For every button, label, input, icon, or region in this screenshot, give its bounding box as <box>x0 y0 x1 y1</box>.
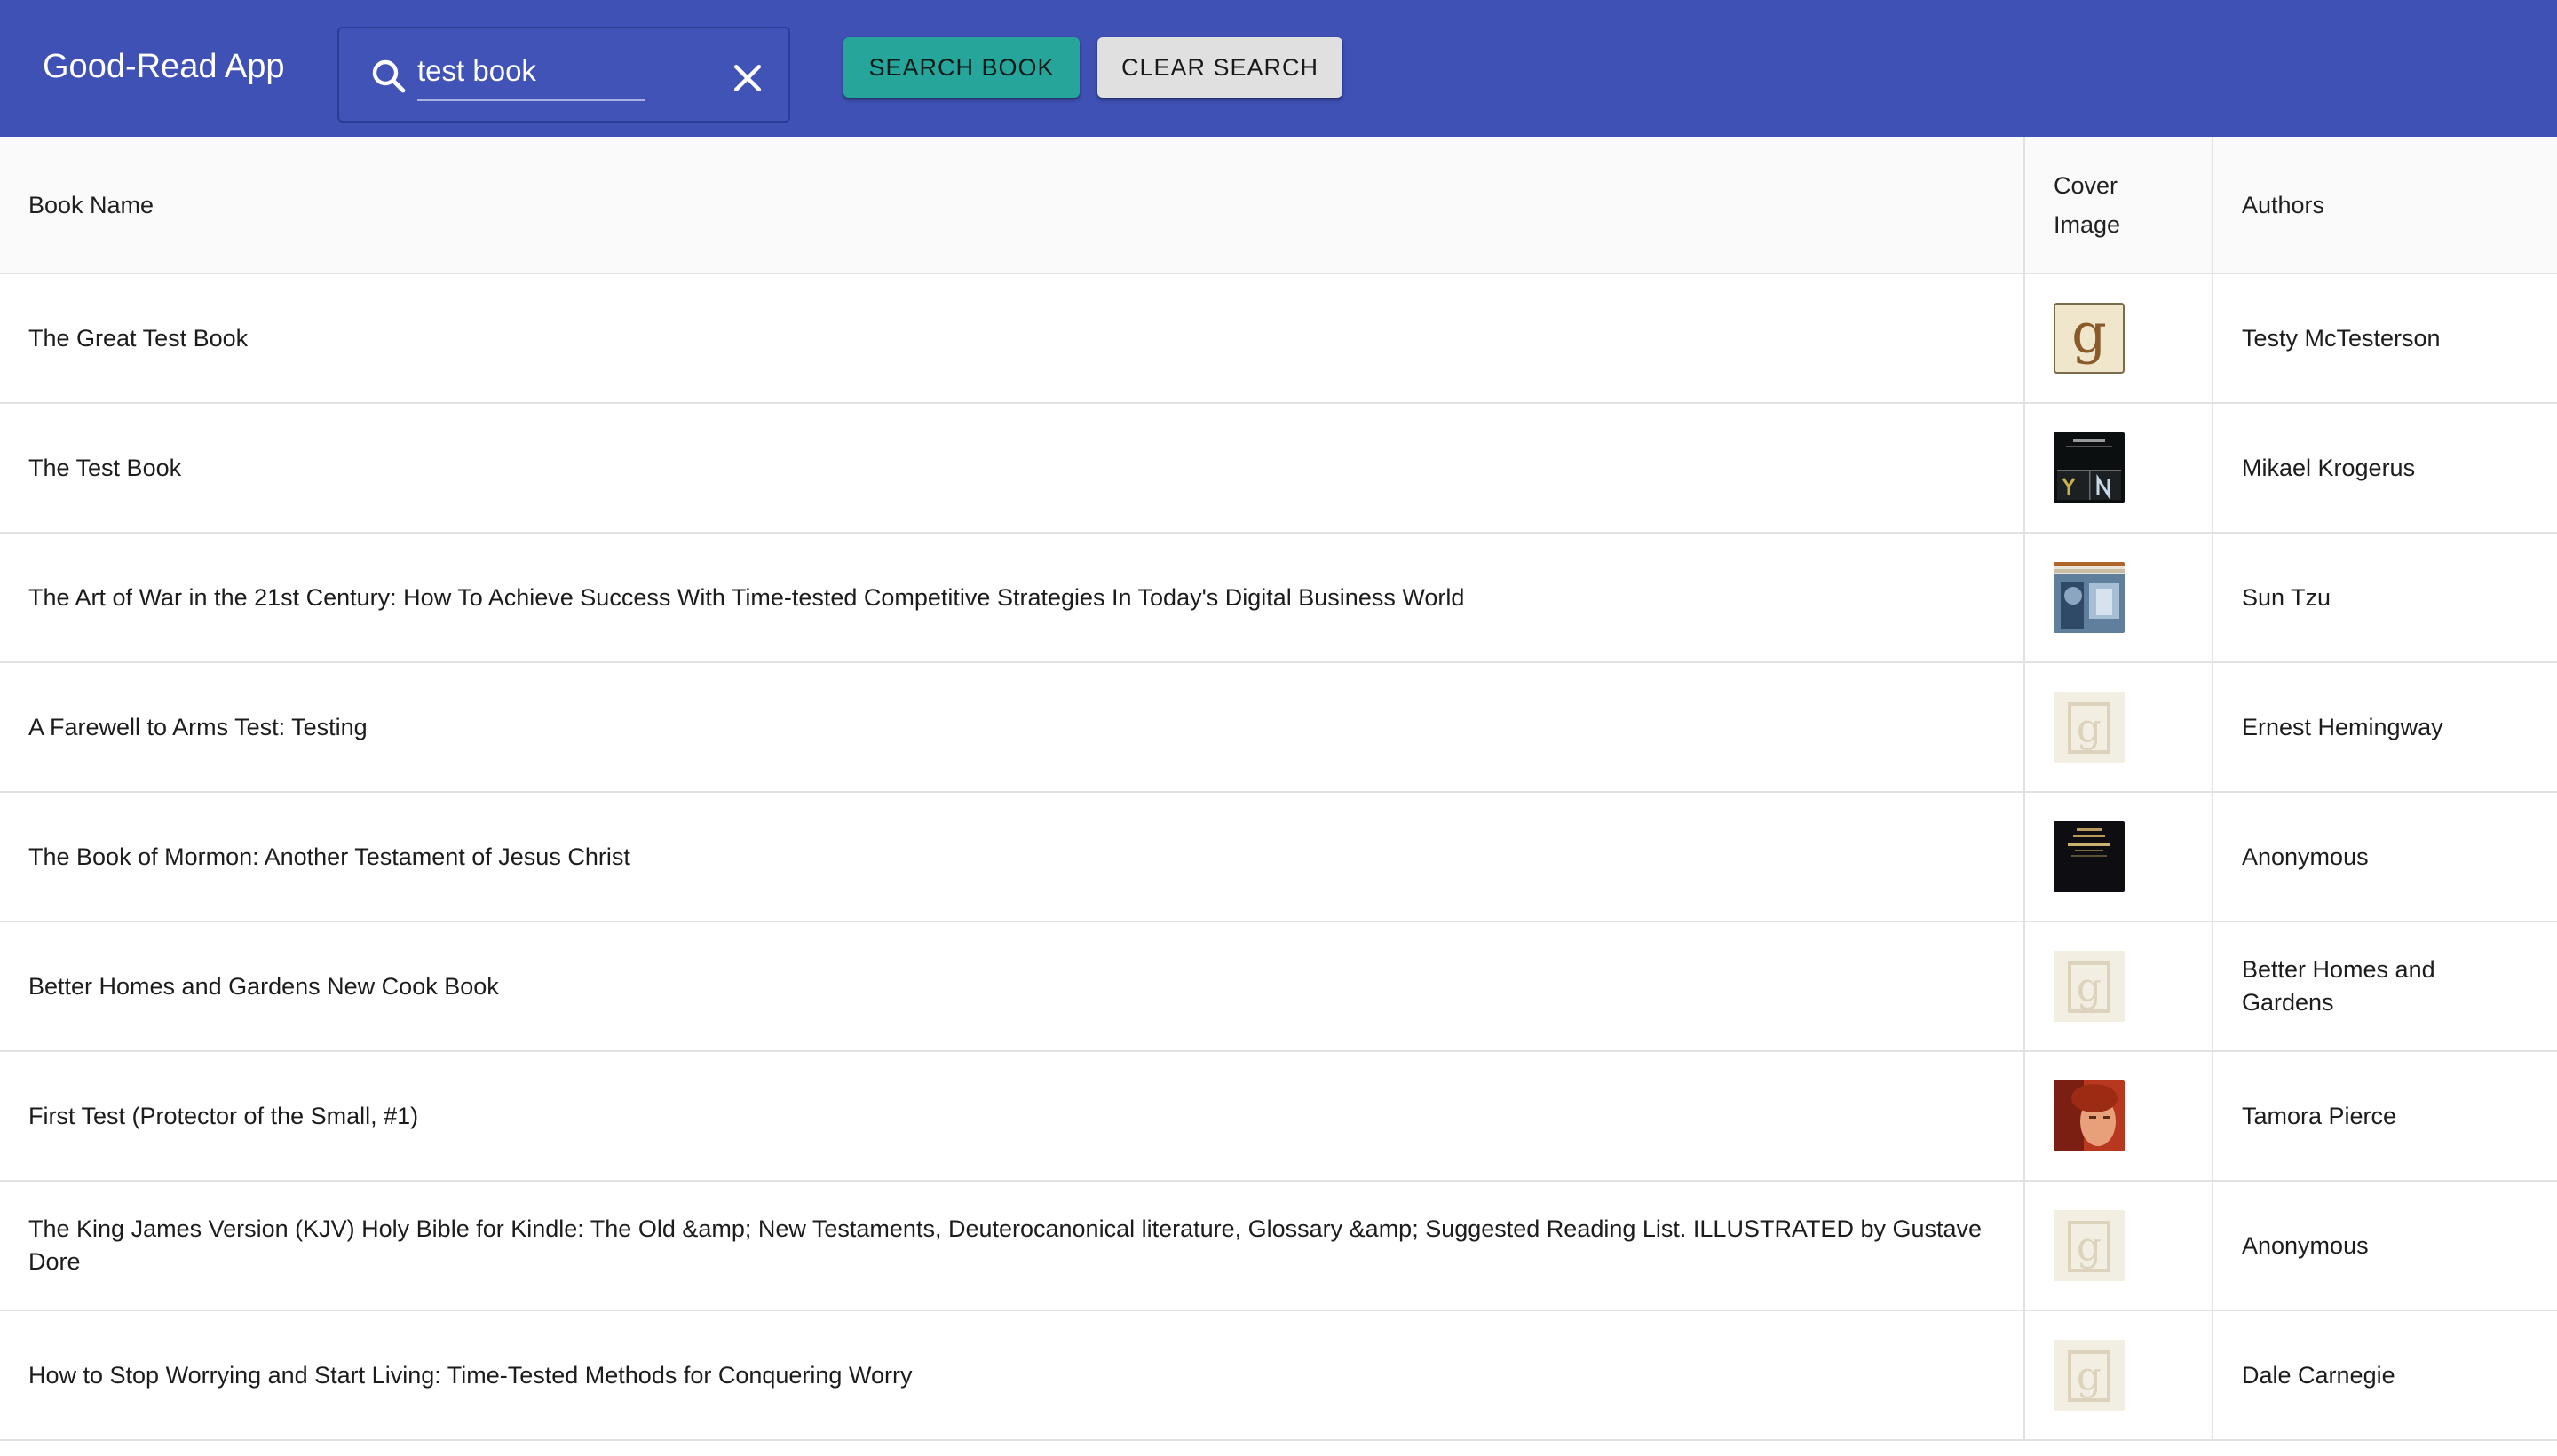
table-row[interactable]: The Art of War in the 21st Century: How … <box>0 533 2557 663</box>
search-icon <box>372 59 406 93</box>
table-row[interactable]: First Test (Protector of the Small, #1) … <box>0 1051 2557 1182</box>
book-cover-image <box>2054 432 2125 503</box>
book-cover-image <box>2054 821 2125 892</box>
book-name-cell: The Book of Mormon: Another Testament of… <box>0 792 2025 922</box>
app-bar: Good-Read App Search Book Clear Search <box>0 0 2557 137</box>
search-input[interactable] <box>417 51 645 101</box>
book-cover-image: g <box>2054 951 2125 1022</box>
table-row[interactable]: A Farewell to Arms Test: Testing g Ernes… <box>0 662 2557 793</box>
results-table-container: Book Name Cover Image Authors The Great … <box>0 137 2557 1441</box>
author-cell: Anonymous <box>2213 1181 2557 1311</box>
header-authors[interactable]: Authors <box>2213 137 2557 274</box>
book-name-cell: Better Homes and Gardens New Cook Book <box>0 922 2025 1052</box>
results-table: Book Name Cover Image Authors The Great … <box>0 137 2557 1441</box>
header-cover-image-label: Cover Image <box>2054 171 2121 238</box>
book-cover-image: g <box>2054 692 2125 763</box>
header-cover-image[interactable]: Cover Image <box>2024 137 2213 274</box>
author-cell: Tamora Pierce <box>2213 1051 2557 1182</box>
book-name-cell: The Test Book <box>0 403 2025 534</box>
clear-input-icon[interactable] <box>728 59 767 98</box>
author-cell: Better Homes and Gardens <box>2213 922 2557 1052</box>
book-name-cell: First Test (Protector of the Small, #1) <box>0 1051 2025 1182</box>
book-cover-image <box>2054 1080 2125 1151</box>
book-name-cell: The Great Test Book <box>0 273 2025 404</box>
svg-text:g: g <box>2071 303 2107 366</box>
book-name-cell: The King James Version (KJV) Holy Bible … <box>0 1181 2025 1311</box>
author-cell: Sun Tzu <box>2213 533 2557 663</box>
book-cover-image: g <box>2054 1340 2125 1411</box>
book-cover-image: g <box>2054 303 2125 374</box>
app-title: Good-Read App <box>43 48 285 85</box>
book-cover-image <box>2054 562 2125 633</box>
book-name-cell: The Art of War in the 21st Century: How … <box>0 533 2025 663</box>
table-row[interactable]: The King James Version (KJV) Holy Bible … <box>0 1181 2557 1311</box>
author-cell: Mikael Krogerus <box>2213 403 2557 534</box>
table-row[interactable]: The Great Test Book g Testy McTesterson <box>0 273 2557 404</box>
author-cell: Anonymous <box>2213 792 2557 922</box>
header-book-name[interactable]: Book Name <box>0 137 2025 274</box>
book-name-cell: A Farewell to Arms Test: Testing <box>0 662 2025 793</box>
search-book-button[interactable]: Search Book <box>843 37 1080 98</box>
author-cell: Ernest Hemingway <box>2213 662 2557 793</box>
table-row[interactable]: The Test Book Mikael Krogerus <box>0 403 2557 534</box>
author-cell: Dale Carnegie <box>2213 1310 2557 1441</box>
book-cover-image: g <box>2054 1210 2125 1281</box>
table-row[interactable]: Better Homes and Gardens New Cook Book g… <box>0 922 2557 1052</box>
table-row[interactable]: How to Stop Worrying and Start Living: T… <box>0 1310 2557 1441</box>
author-cell: Testy McTesterson <box>2213 273 2557 404</box>
svg-text:g: g <box>2077 965 2102 1010</box>
svg-text:g: g <box>2077 706 2102 751</box>
table-row[interactable]: The Book of Mormon: Another Testament of… <box>0 792 2557 922</box>
svg-text:g: g <box>2077 1354 2102 1399</box>
clear-search-button[interactable]: Clear Search <box>1097 37 1342 98</box>
search-box <box>337 27 790 123</box>
book-name-cell: How to Stop Worrying and Start Living: T… <box>0 1310 2025 1441</box>
table-header-row: Book Name Cover Image Authors <box>0 137 2557 274</box>
svg-text:g: g <box>2077 1224 2102 1270</box>
